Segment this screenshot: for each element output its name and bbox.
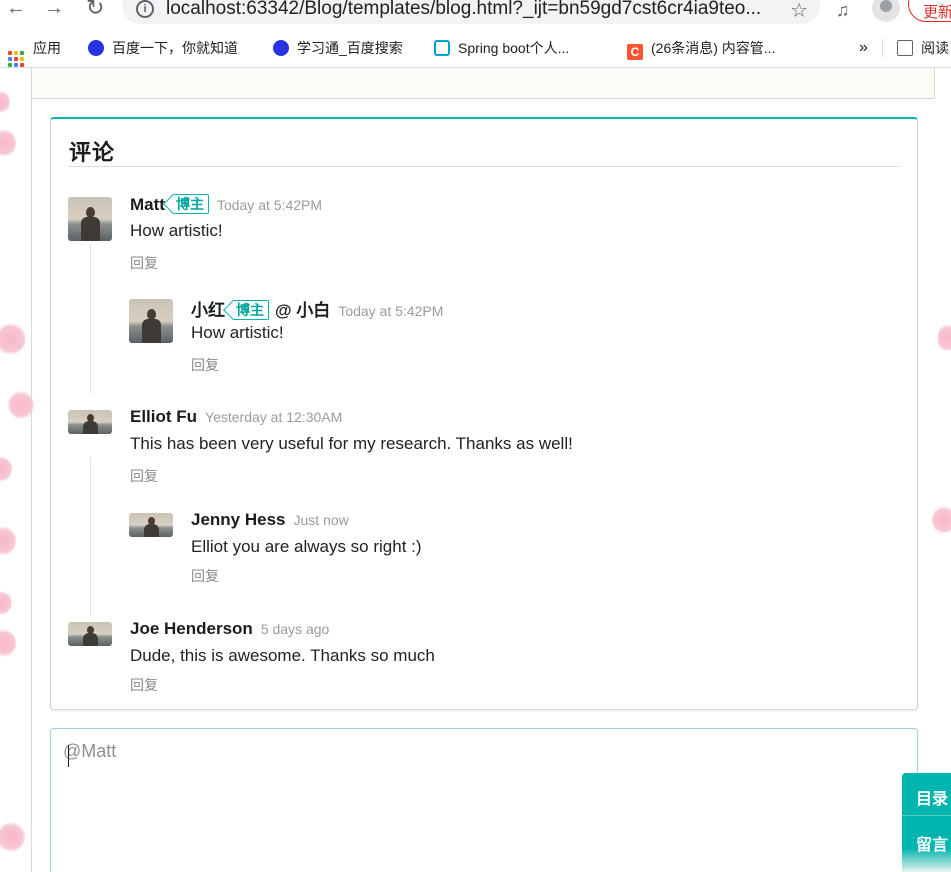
- comment-author[interactable]: Elliot Fu: [130, 407, 197, 426]
- forward-button[interactable]: →: [44, 0, 64, 18]
- comment-textarea[interactable]: [63, 741, 903, 871]
- avatar[interactable]: [129, 513, 173, 537]
- baidu-paw-icon: [273, 40, 289, 56]
- bookmark-csdn[interactable]: C (26条消息) 内容管...: [627, 39, 776, 60]
- blossom-decoration: [0, 628, 16, 658]
- blogger-badge: 博主: [172, 194, 209, 214]
- comment-text: How artistic!: [130, 221, 223, 240]
- previous-section-edge: [32, 68, 935, 99]
- avatar[interactable]: [68, 410, 112, 434]
- profile-avatar-icon[interactable]: [872, 0, 900, 22]
- reply-button[interactable]: 回复: [130, 466, 158, 486]
- csdn-icon: C: [627, 44, 643, 60]
- blossom-decoration: [0, 590, 12, 616]
- baidu-paw-icon: [88, 40, 104, 56]
- bookmark-apps[interactable]: 应用: [8, 39, 61, 67]
- comment-text: Elliot you are always so right :): [191, 537, 422, 556]
- reading-list-button[interactable]: 阅读: [882, 39, 949, 57]
- bookmark-label: (26条消息) 内容管...: [651, 40, 776, 56]
- comment-time: Yesterday at 12:30AM: [205, 409, 343, 425]
- blossom-decoration: [0, 128, 16, 158]
- comment-text: How artistic!: [191, 323, 284, 342]
- comment-time: Today at 5:42PM: [216, 197, 323, 213]
- blossom-decoration: [0, 822, 26, 852]
- update-button[interactable]: 更新: [908, 0, 951, 22]
- comment-meta: Jenny Hess Just now: [191, 510, 349, 530]
- comment-text: Dude, this is awesome. Thanks so much: [130, 646, 435, 665]
- blossom-decoration: [0, 455, 12, 483]
- comment-time: 5 days ago: [260, 621, 330, 637]
- toc-button[interactable]: 目录: [916, 785, 948, 809]
- reload-button[interactable]: ↻: [86, 0, 104, 19]
- reply-button[interactable]: 回复: [191, 566, 219, 586]
- side-toolbar-divider: [902, 815, 951, 816]
- more-bookmarks-button[interactable]: »: [859, 39, 868, 57]
- bookmark-label: 应用: [33, 40, 61, 56]
- reply-button[interactable]: 回复: [130, 253, 158, 273]
- media-control-icon[interactable]: ♫: [836, 0, 850, 21]
- comment-meta: Matt 博主 Today at 5:42PM: [130, 194, 322, 215]
- comments-section: 评论 Matt 博主 Today at 5:42PM How artistic! 回…: [50, 117, 918, 710]
- browser-toolbar: ← → ↻ i localhost:63342/Blog/templates/b…: [0, 0, 951, 30]
- comment-time: Just now: [293, 512, 349, 528]
- comment-author[interactable]: Joe Henderson: [130, 619, 253, 638]
- blogger-badge: 博主: [233, 300, 269, 320]
- blossom-decoration: [932, 505, 951, 535]
- apps-grid-icon: [8, 51, 24, 67]
- reply-button[interactable]: 回复: [191, 355, 219, 375]
- comment-time: Today at 5:42PM: [338, 303, 444, 319]
- avatar[interactable]: [129, 299, 173, 343]
- avatar[interactable]: [68, 622, 112, 646]
- blossom-decoration: [0, 90, 10, 114]
- site-info-icon[interactable]: i: [136, 0, 154, 18]
- bookmark-label: 百度一下，你就知道: [112, 40, 238, 56]
- bookmarks-bar: 应用 百度一下，你就知道 学习通_百度搜索 Spring boot个人... C…: [0, 30, 951, 68]
- bookmark-label: 学习通_百度搜索: [297, 40, 403, 56]
- scroll-fade: [902, 848, 951, 872]
- comment-meta: Elliot Fu Yesterday at 12:30AM: [130, 407, 342, 427]
- bookmark-spring-boot[interactable]: Spring boot个人...: [434, 39, 569, 57]
- comments-title: 评论: [69, 140, 116, 165]
- comment-meta: 小红 博主 @ 小白 Today at 5:42PM: [191, 296, 443, 321]
- url-text[interactable]: localhost:63342/Blog/templates/blog.html…: [166, 0, 776, 20]
- comment-author[interactable]: Matt: [130, 195, 165, 214]
- bookmark-star-icon[interactable]: ☆: [790, 0, 808, 23]
- comment-author[interactable]: 小红: [191, 301, 225, 320]
- avatar[interactable]: [68, 197, 112, 241]
- title-divider: [68, 166, 900, 167]
- thread-line: [90, 457, 91, 617]
- reading-list-icon: [897, 40, 913, 56]
- comment-editor: [50, 728, 918, 872]
- reading-list-label: 阅读: [921, 40, 949, 56]
- blossom-decoration: [0, 322, 26, 356]
- comment-author[interactable]: Jenny Hess: [191, 510, 286, 529]
- back-button[interactable]: ←: [6, 0, 26, 18]
- blossom-decoration: [8, 390, 34, 420]
- blossom-decoration: [0, 525, 16, 557]
- address-bar[interactable]: i localhost:63342/Blog/templates/blog.ht…: [122, 0, 820, 24]
- blossom-decoration: [938, 322, 951, 354]
- bookmark-xuexitong[interactable]: 学习通_百度搜索: [273, 39, 403, 57]
- reply-to-mention[interactable]: @ 小白: [275, 301, 330, 320]
- comment-text: This has been very useful for my researc…: [130, 434, 573, 453]
- bookmark-baidu[interactable]: 百度一下，你就知道: [88, 39, 238, 57]
- bookmark-label: Spring boot个人...: [458, 40, 570, 56]
- reply-button[interactable]: 回复: [130, 675, 158, 695]
- page-left-border: [31, 68, 32, 872]
- text-caret: [68, 745, 69, 767]
- comment-meta: Joe Henderson 5 days ago: [130, 619, 329, 639]
- bilibili-icon: [434, 40, 450, 56]
- thread-line: [90, 245, 91, 393]
